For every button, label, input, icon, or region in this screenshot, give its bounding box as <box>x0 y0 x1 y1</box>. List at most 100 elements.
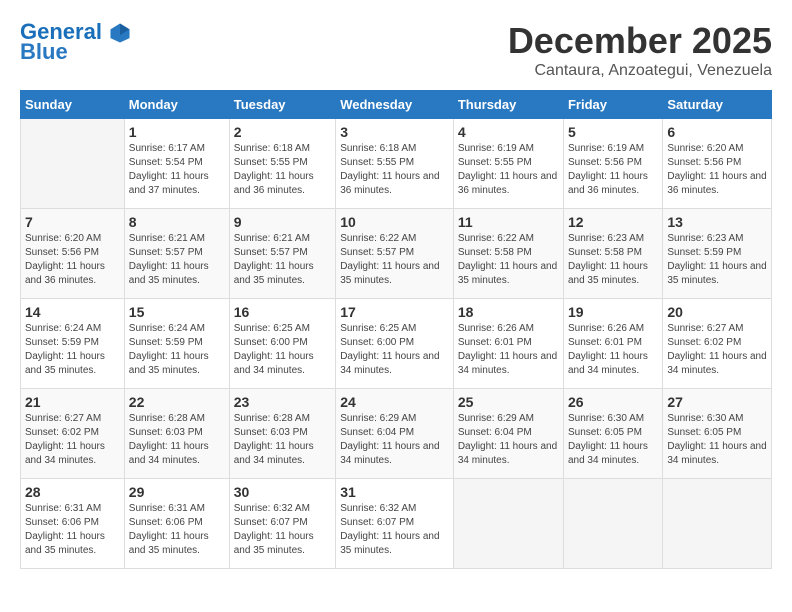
day-info: Sunrise: 6:25 AMSunset: 6:00 PMDaylight:… <box>340 322 449 378</box>
calendar-cell: 9 Sunrise: 6:21 AMSunset: 5:57 PMDaylight… <box>229 209 335 299</box>
day-number: 2 <box>234 124 331 140</box>
calendar-cell <box>563 479 662 569</box>
calendar-cell <box>21 119 125 209</box>
calendar-table: SundayMondayTuesdayWednesdayThursdayFrid… <box>20 90 772 569</box>
day-info: Sunrise: 6:28 AMSunset: 6:03 PMDaylight:… <box>234 412 331 468</box>
calendar-cell: 22 Sunrise: 6:28 AMSunset: 6:03 PMDayligh… <box>124 389 229 479</box>
week-row-2: 7 Sunrise: 6:20 AMSunset: 5:56 PMDaylight… <box>21 209 772 299</box>
day-info: Sunrise: 6:27 AMSunset: 6:02 PMDaylight:… <box>25 412 120 468</box>
day-info: Sunrise: 6:19 AMSunset: 5:56 PMDaylight:… <box>568 142 658 198</box>
day-number: 6 <box>667 124 767 140</box>
day-number: 16 <box>234 304 331 320</box>
day-info: Sunrise: 6:19 AMSunset: 5:55 PMDaylight:… <box>458 142 559 198</box>
day-info: Sunrise: 6:17 AMSunset: 5:54 PMDaylight:… <box>129 142 225 198</box>
day-number: 11 <box>458 214 559 230</box>
day-info: Sunrise: 6:21 AMSunset: 5:57 PMDaylight:… <box>129 232 225 288</box>
header-thursday: Thursday <box>453 91 563 119</box>
calendar-cell: 14 Sunrise: 6:24 AMSunset: 5:59 PMDayligh… <box>21 299 125 389</box>
header-tuesday: Tuesday <box>229 91 335 119</box>
day-info: Sunrise: 6:18 AMSunset: 5:55 PMDaylight:… <box>340 142 449 198</box>
week-row-4: 21Sunrise: 6:27 AMSunset: 6:02 PMDayligh… <box>21 389 772 479</box>
day-info: Sunrise: 6:22 AMSunset: 5:57 PMDaylight:… <box>340 232 449 288</box>
day-number: 29 <box>129 484 225 500</box>
calendar-cell: 17Sunrise: 6:25 AMSunset: 6:00 PMDayligh… <box>336 299 454 389</box>
calendar-cell: 31Sunrise: 6:32 AMSunset: 6:07 PMDayligh… <box>336 479 454 569</box>
week-row-5: 28Sunrise: 6:31 AMSunset: 6:06 PMDayligh… <box>21 479 772 569</box>
calendar-cell: 21Sunrise: 6:27 AMSunset: 6:02 PMDayligh… <box>21 389 125 479</box>
calendar-cell: 26 Sunrise: 6:30 AMSunset: 6:05 PMDayligh… <box>563 389 662 479</box>
day-number: 14 <box>25 304 120 320</box>
day-info: Sunrise: 6:26 AMSunset: 6:01 PMDaylight:… <box>458 322 559 378</box>
day-number: 7 <box>25 214 120 230</box>
calendar-cell: 25Sunrise: 6:29 AMSunset: 6:04 PMDayligh… <box>453 389 563 479</box>
header-wednesday: Wednesday <box>336 91 454 119</box>
day-info: Sunrise: 6:20 AMSunset: 5:56 PMDaylight:… <box>667 142 767 198</box>
header-sunday: Sunday <box>21 91 125 119</box>
day-number: 4 <box>458 124 559 140</box>
calendar-cell: 5 Sunrise: 6:19 AMSunset: 5:56 PMDaylight… <box>563 119 662 209</box>
day-number: 10 <box>340 214 449 230</box>
calendar-cell: 7 Sunrise: 6:20 AMSunset: 5:56 PMDaylight… <box>21 209 125 299</box>
day-number: 23 <box>234 394 331 410</box>
header-monday: Monday <box>124 91 229 119</box>
day-info: Sunrise: 6:23 AMSunset: 5:58 PMDaylight:… <box>568 232 658 288</box>
day-number: 28 <box>25 484 120 500</box>
day-info: Sunrise: 6:30 AMSunset: 6:05 PMDaylight:… <box>568 412 658 468</box>
day-number: 12 <box>568 214 658 230</box>
calendar-cell: 24 Sunrise: 6:29 AMSunset: 6:04 PMDayligh… <box>336 389 454 479</box>
header-friday: Friday <box>563 91 662 119</box>
calendar-cell: 1 Sunrise: 6:17 AMSunset: 5:54 PMDaylight… <box>124 119 229 209</box>
calendar-cell: 10 Sunrise: 6:22 AMSunset: 5:57 PMDayligh… <box>336 209 454 299</box>
day-number: 5 <box>568 124 658 140</box>
location: Cantaura, Anzoategui, Venezuela <box>508 62 772 80</box>
calendar-cell: 15 Sunrise: 6:24 AMSunset: 5:59 PMDayligh… <box>124 299 229 389</box>
calendar-cell: 3 Sunrise: 6:18 AMSunset: 5:55 PMDaylight… <box>336 119 454 209</box>
day-info: Sunrise: 6:26 AMSunset: 6:01 PMDaylight:… <box>568 322 658 378</box>
day-number: 1 <box>129 124 225 140</box>
day-info: Sunrise: 6:20 AMSunset: 5:56 PMDaylight:… <box>25 232 120 288</box>
day-number: 24 <box>340 394 449 410</box>
header-saturday: Saturday <box>663 91 772 119</box>
header-row: SundayMondayTuesdayWednesdayThursdayFrid… <box>21 91 772 119</box>
calendar-cell: 8 Sunrise: 6:21 AMSunset: 5:57 PMDaylight… <box>124 209 229 299</box>
day-number: 26 <box>568 394 658 410</box>
calendar-cell: 4 Sunrise: 6:19 AMSunset: 5:55 PMDaylight… <box>453 119 563 209</box>
day-info: Sunrise: 6:32 AMSunset: 6:07 PMDaylight:… <box>234 502 331 558</box>
day-info: Sunrise: 6:30 AMSunset: 6:05 PMDaylight:… <box>667 412 767 468</box>
day-info: Sunrise: 6:25 AMSunset: 6:00 PMDaylight:… <box>234 322 331 378</box>
week-row-1: 1 Sunrise: 6:17 AMSunset: 5:54 PMDaylight… <box>21 119 772 209</box>
day-number: 30 <box>234 484 331 500</box>
day-number: 13 <box>667 214 767 230</box>
day-number: 9 <box>234 214 331 230</box>
calendar-cell <box>453 479 563 569</box>
day-number: 18 <box>458 304 559 320</box>
calendar-cell: 20Sunrise: 6:27 AMSunset: 6:02 PMDayligh… <box>663 299 772 389</box>
day-info: Sunrise: 6:18 AMSunset: 5:55 PMDaylight:… <box>234 142 331 198</box>
logo: General Blue <box>20 20 134 64</box>
day-number: 27 <box>667 394 767 410</box>
week-row-3: 14 Sunrise: 6:24 AMSunset: 5:59 PMDayligh… <box>21 299 772 389</box>
calendar-cell: 29Sunrise: 6:31 AMSunset: 6:06 PMDayligh… <box>124 479 229 569</box>
day-info: Sunrise: 6:21 AMSunset: 5:57 PMDaylight:… <box>234 232 331 288</box>
day-number: 8 <box>129 214 225 230</box>
calendar-cell: 28Sunrise: 6:31 AMSunset: 6:06 PMDayligh… <box>21 479 125 569</box>
day-number: 22 <box>129 394 225 410</box>
day-number: 31 <box>340 484 449 500</box>
day-info: Sunrise: 6:27 AMSunset: 6:02 PMDaylight:… <box>667 322 767 378</box>
month-title: December 2025 <box>508 20 772 62</box>
calendar-cell: 2 Sunrise: 6:18 AMSunset: 5:55 PMDaylight… <box>229 119 335 209</box>
calendar-cell: 16 Sunrise: 6:25 AMSunset: 6:00 PMDayligh… <box>229 299 335 389</box>
day-number: 15 <box>129 304 225 320</box>
calendar-cell: 18 Sunrise: 6:26 AMSunset: 6:01 PMDayligh… <box>453 299 563 389</box>
calendar-cell: 27 Sunrise: 6:30 AMSunset: 6:05 PMDayligh… <box>663 389 772 479</box>
calendar-cell: 30 Sunrise: 6:32 AMSunset: 6:07 PMDayligh… <box>229 479 335 569</box>
day-info: Sunrise: 6:24 AMSunset: 5:59 PMDaylight:… <box>25 322 120 378</box>
day-info: Sunrise: 6:28 AMSunset: 6:03 PMDaylight:… <box>129 412 225 468</box>
day-number: 3 <box>340 124 449 140</box>
day-info: Sunrise: 6:23 AMSunset: 5:59 PMDaylight:… <box>667 232 767 288</box>
day-info: Sunrise: 6:22 AMSunset: 5:58 PMDaylight:… <box>458 232 559 288</box>
day-info: Sunrise: 6:29 AMSunset: 6:04 PMDaylight:… <box>340 412 449 468</box>
day-number: 25 <box>458 394 559 410</box>
day-info: Sunrise: 6:24 AMSunset: 5:59 PMDaylight:… <box>129 322 225 378</box>
calendar-cell: 13 Sunrise: 6:23 AMSunset: 5:59 PMDayligh… <box>663 209 772 299</box>
